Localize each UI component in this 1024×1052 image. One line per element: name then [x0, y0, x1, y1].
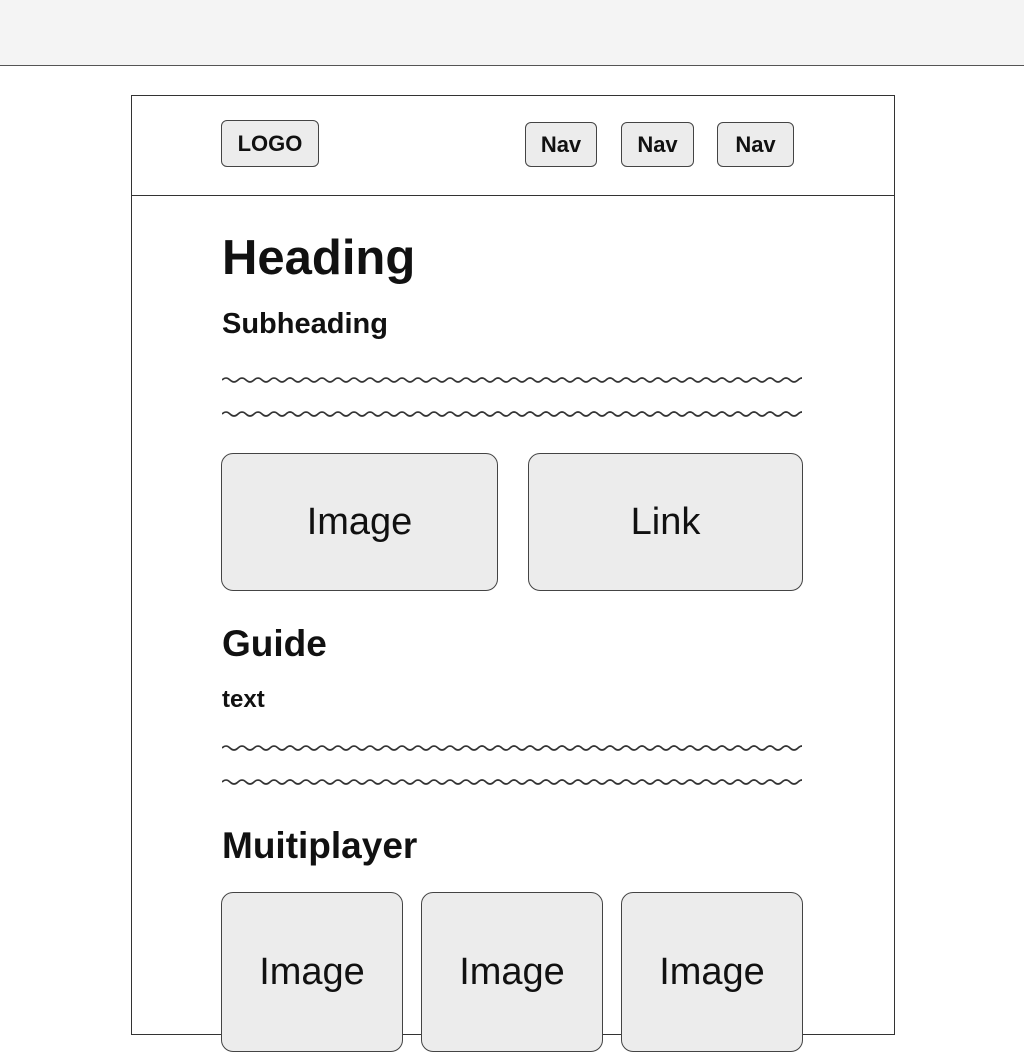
- multiplayer-heading: Muitiplayer: [222, 825, 418, 866]
- multiplayer-image-1: Image: [221, 892, 403, 1052]
- multiplayer-image-3: Image: [621, 892, 803, 1052]
- nav-button-2[interactable]: Nav: [621, 122, 694, 167]
- site-header: LOGO Nav Nav Nav: [132, 96, 894, 196]
- placeholder-text-line-3: [222, 745, 802, 751]
- nav-button-1[interactable]: Nav: [525, 122, 597, 167]
- image-placeholder: Image: [221, 453, 498, 591]
- page-heading: Heading: [222, 231, 416, 285]
- guide-heading: Guide: [222, 623, 327, 664]
- placeholder-text-line-4: [222, 779, 802, 785]
- guide-text-label: text: [222, 686, 265, 713]
- nav-button-3[interactable]: Nav: [717, 122, 794, 167]
- browser-top-bar: [0, 0, 1024, 66]
- placeholder-text-line-1: [222, 377, 802, 383]
- logo-button[interactable]: LOGO: [221, 120, 319, 167]
- multiplayer-image-2: Image: [421, 892, 603, 1052]
- page-subheading: Subheading: [222, 308, 388, 340]
- link-tile[interactable]: Link: [528, 453, 803, 591]
- placeholder-text-line-2: [222, 411, 802, 417]
- wireframe-page: LOGO Nav Nav Nav Heading Subheading Imag…: [131, 95, 895, 1052]
